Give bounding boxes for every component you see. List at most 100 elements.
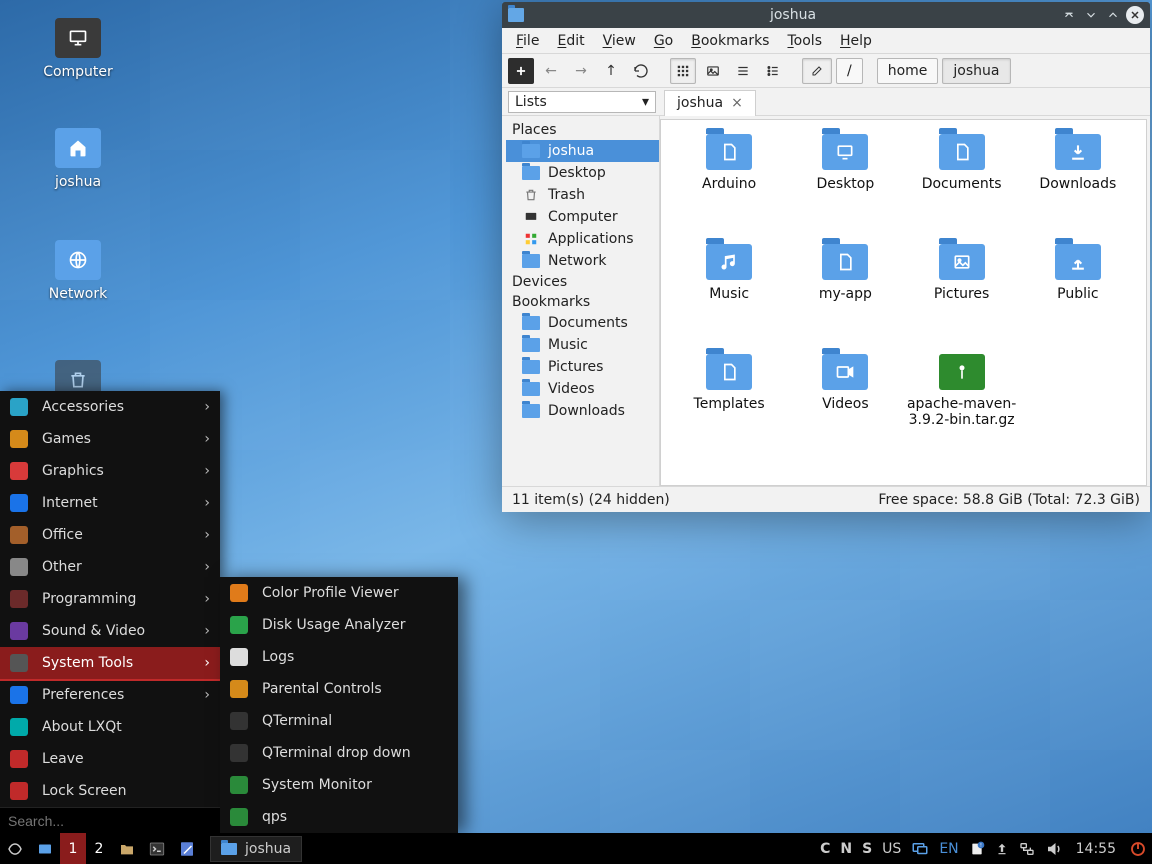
task-file-manager[interactable]: joshua [210, 836, 302, 862]
sidebar-item-computer[interactable]: Computer [506, 206, 659, 228]
menu-item-office[interactable]: Office› [0, 519, 220, 551]
close-button[interactable] [1126, 6, 1144, 24]
file-arduino[interactable]: Arduino [673, 130, 785, 240]
kbd-layout[interactable]: US [877, 833, 906, 864]
menu-tools[interactable]: Tools [779, 31, 830, 51]
file-my-app[interactable]: my-app [789, 240, 901, 350]
sidebar-item-desktop[interactable]: Desktop [506, 162, 659, 184]
desktop-icon-computer[interactable]: Computer [30, 18, 126, 80]
menu-item-other[interactable]: Other› [0, 551, 220, 583]
start-button[interactable] [0, 833, 30, 864]
desktop-icon-network[interactable]: Network [30, 240, 126, 302]
forward-button[interactable]: → [568, 58, 594, 84]
minimize-button[interactable] [1082, 6, 1100, 24]
menu-item-lock-screen[interactable]: Lock Screen [0, 775, 220, 807]
workspace-1[interactable]: 1 [60, 833, 86, 864]
category-icon [10, 782, 28, 800]
reload-button[interactable] [628, 58, 654, 84]
shade-button[interactable] [1060, 6, 1078, 24]
logout-button[interactable] [1124, 833, 1152, 864]
launcher-editor[interactable] [172, 833, 202, 864]
submenu-label: qps [262, 809, 287, 825]
file-grid[interactable]: ArduinoDesktopDocumentsDownloads Musicmy-… [660, 119, 1147, 486]
show-desktop-button[interactable] [30, 833, 60, 864]
tray-updates-icon[interactable]: ! [964, 833, 990, 864]
file-pictures[interactable]: Pictures [906, 240, 1018, 350]
titlebar[interactable]: joshua [502, 2, 1150, 28]
tray-removable-icon[interactable] [990, 833, 1014, 864]
tray-display-icon[interactable] [906, 833, 934, 864]
menu-view[interactable]: View [595, 31, 644, 51]
view-thumbnails-button[interactable] [700, 58, 726, 84]
menu-item-about-lxqt[interactable]: About LXQt [0, 711, 220, 743]
launcher-files[interactable] [112, 833, 142, 864]
menu-item-graphics[interactable]: Graphics› [0, 455, 220, 487]
menu-bookmarks[interactable]: Bookmarks [683, 31, 777, 51]
search-input[interactable] [8, 813, 212, 829]
submenu-item-qterminal[interactable]: QTerminal [220, 705, 458, 737]
sidebar-item-videos[interactable]: Videos [506, 378, 659, 400]
tray-volume-icon[interactable] [1040, 833, 1068, 864]
back-button[interactable]: ← [538, 58, 564, 84]
menu-item-leave[interactable]: Leave [0, 743, 220, 775]
clock[interactable]: 14:55 [1068, 833, 1124, 864]
menu-item-sound-video[interactable]: Sound & Video› [0, 615, 220, 647]
file-documents[interactable]: Documents [906, 130, 1018, 240]
up-button[interactable]: ↑ [598, 58, 624, 84]
submenu-item-system-monitor[interactable]: System Monitor [220, 769, 458, 801]
submenu-item-color-profile-viewer[interactable]: Color Profile Viewer [220, 577, 458, 609]
file-templates[interactable]: Templates [673, 350, 785, 460]
menu-item-system-tools[interactable]: System Tools› [0, 647, 220, 679]
sidebar-item-joshua[interactable]: joshua [506, 140, 659, 162]
file-videos[interactable]: Videos [789, 350, 901, 460]
submenu-item-disk-usage-analyzer[interactable]: Disk Usage Analyzer [220, 609, 458, 641]
workspace-2[interactable]: 2 [86, 833, 112, 864]
view-list-button[interactable] [760, 58, 786, 84]
menu-help[interactable]: Help [832, 31, 880, 51]
sidebar-item-downloads[interactable]: Downloads [506, 400, 659, 422]
desktop-icon-home[interactable]: joshua [30, 128, 126, 190]
file-desktop[interactable]: Desktop [789, 130, 901, 240]
file-music[interactable]: Music [673, 240, 785, 350]
caps-indicator[interactable]: C [815, 833, 835, 864]
sidebar-item-music[interactable]: Music [506, 334, 659, 356]
menu-item-internet[interactable]: Internet› [0, 487, 220, 519]
menu-go[interactable]: Go [646, 31, 681, 51]
menu-item-programming[interactable]: Programming› [0, 583, 220, 615]
menu-item-games[interactable]: Games› [0, 423, 220, 455]
kbd-lang[interactable]: EN [934, 833, 963, 864]
launcher-terminal[interactable] [142, 833, 172, 864]
menu-file[interactable]: File [508, 31, 547, 51]
submenu-item-qterminal-drop-down[interactable]: QTerminal drop down [220, 737, 458, 769]
sidebar-item-network[interactable]: Network [506, 250, 659, 272]
menu-item-accessories[interactable]: Accessories› [0, 391, 220, 423]
view-compact-button[interactable] [730, 58, 756, 84]
path-edit-button[interactable] [802, 58, 832, 84]
menu-label: Games [42, 431, 91, 447]
submenu-item-qps[interactable]: qps [220, 801, 458, 833]
sidebar-item-pictures[interactable]: Pictures [506, 356, 659, 378]
view-icons-button[interactable] [670, 58, 696, 84]
path-home[interactable]: home [877, 58, 939, 84]
scroll-indicator[interactable]: S [857, 833, 877, 864]
submenu-item-logs[interactable]: Logs [220, 641, 458, 673]
menu-item-preferences[interactable]: Preferences› [0, 679, 220, 711]
path-root[interactable]: / [836, 58, 863, 84]
sidebar-mode-dropdown[interactable]: Lists▾ [508, 91, 656, 113]
sidebar-item-applications[interactable]: Applications [506, 228, 659, 250]
file-public[interactable]: Public [1022, 240, 1134, 350]
sidebar-label: joshua [548, 143, 594, 159]
menu-edit[interactable]: Edit [549, 31, 592, 51]
maximize-button[interactable] [1104, 6, 1122, 24]
sidebar-item-trash[interactable]: Trash [506, 184, 659, 206]
tab-close-icon[interactable]: × [731, 95, 743, 111]
sidebar-item-documents[interactable]: Documents [506, 312, 659, 334]
file-apache-maven-3-9-2-bin-tar-gz[interactable]: apache-maven-3.9.2-bin.tar.gz [906, 350, 1018, 460]
new-tab-button[interactable] [508, 58, 534, 84]
tray-network-icon[interactable] [1014, 833, 1040, 864]
submenu-item-parental-controls[interactable]: Parental Controls [220, 673, 458, 705]
num-indicator[interactable]: N [835, 833, 857, 864]
tab-joshua[interactable]: joshua× [664, 90, 756, 116]
menu-search[interactable] [0, 807, 220, 833]
file-downloads[interactable]: Downloads [1022, 130, 1134, 240]
